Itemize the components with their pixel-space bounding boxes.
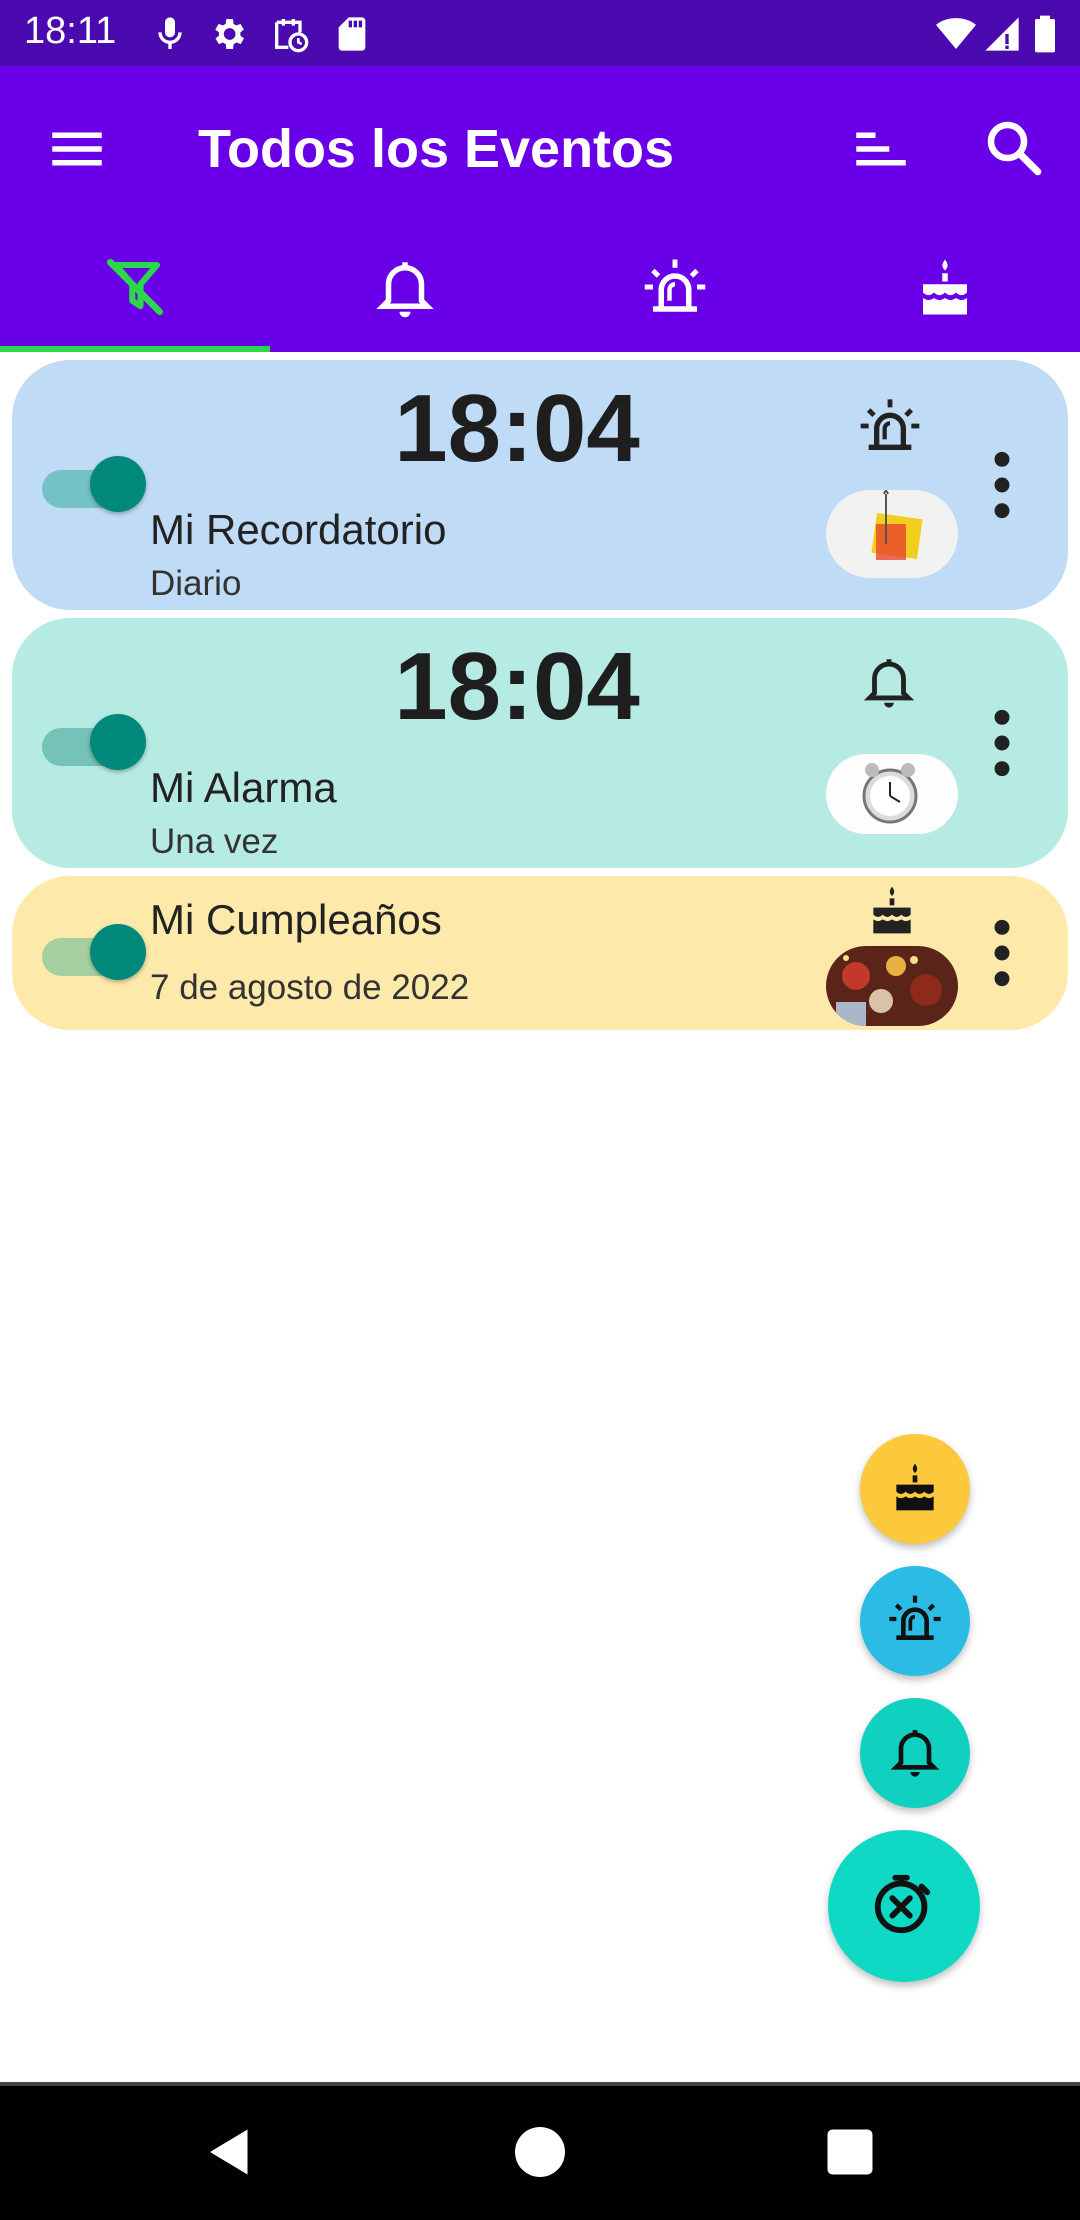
bell-icon — [860, 652, 918, 710]
bell-icon — [372, 254, 438, 325]
event-card-reminder[interactable]: 18:04 Mi Recordatorio Diario — [12, 360, 1068, 610]
more-options-icon[interactable] — [982, 708, 1022, 778]
search-icon[interactable] — [980, 114, 1046, 180]
sd-card-icon — [332, 14, 372, 54]
battery-icon — [1030, 14, 1060, 54]
add-reminder-button[interactable] — [860, 1566, 970, 1676]
tab-all-events[interactable] — [0, 226, 270, 352]
cake-icon — [912, 254, 978, 325]
recents-icon[interactable] — [820, 2122, 880, 2182]
back-icon[interactable] — [200, 2122, 260, 2182]
siren-icon — [858, 394, 922, 458]
birthday-image — [826, 946, 958, 1026]
event-card-birthday[interactable]: Mi Cumpleaños 7 de agosto de 2022 — [12, 876, 1068, 1030]
signal-icon — [982, 14, 1022, 54]
add-birthday-button[interactable] — [860, 1434, 970, 1544]
bell-icon — [887, 1723, 943, 1784]
event-title: Mi Recordatorio — [150, 506, 447, 553]
hamburger-menu-icon[interactable] — [44, 116, 110, 182]
add-alarm-button[interactable] — [860, 1698, 970, 1808]
tab-reminders[interactable] — [540, 226, 810, 352]
event-toggle[interactable] — [42, 924, 152, 980]
sort-icon[interactable] — [848, 116, 914, 182]
event-title: Mi Alarma — [150, 764, 337, 811]
event-type-tabs — [0, 226, 1080, 352]
more-options-icon[interactable] — [982, 450, 1022, 520]
tab-indicator — [0, 346, 270, 352]
reminder-image — [826, 490, 958, 578]
filter-off-icon — [102, 254, 168, 325]
cake-icon — [887, 1459, 943, 1520]
siren-icon — [642, 254, 708, 325]
wifi-icon — [936, 14, 976, 54]
calendar-clock-icon — [270, 14, 310, 54]
page-title: Todos los Eventos — [198, 119, 675, 179]
event-recurrence: Diario — [150, 564, 242, 603]
siren-icon — [887, 1591, 943, 1652]
event-card-alarm[interactable]: 18:04 Mi Alarma Una vez — [12, 618, 1068, 868]
mic-icon — [150, 14, 190, 54]
more-options-icon[interactable] — [982, 918, 1022, 988]
cake-icon — [864, 882, 920, 938]
status-bar: 18:11 — [0, 0, 1080, 66]
event-recurrence: Una vez — [150, 822, 279, 861]
event-title: Mi Cumpleaños — [150, 896, 442, 943]
settings-icon — [208, 14, 248, 54]
main-fab-button[interactable] — [828, 1830, 980, 1982]
tab-birthdays[interactable] — [810, 226, 1080, 352]
app-bar: Todos los Eventos — [0, 66, 1080, 226]
home-icon[interactable] — [510, 2122, 570, 2182]
event-date: 7 de agosto de 2022 — [150, 968, 470, 1007]
alarm-clock-image — [826, 754, 958, 834]
tab-alarms[interactable] — [270, 226, 540, 352]
status-time: 18:11 — [24, 10, 117, 52]
timer-off-icon — [869, 1869, 939, 1944]
system-nav-bar — [0, 2086, 1080, 2220]
